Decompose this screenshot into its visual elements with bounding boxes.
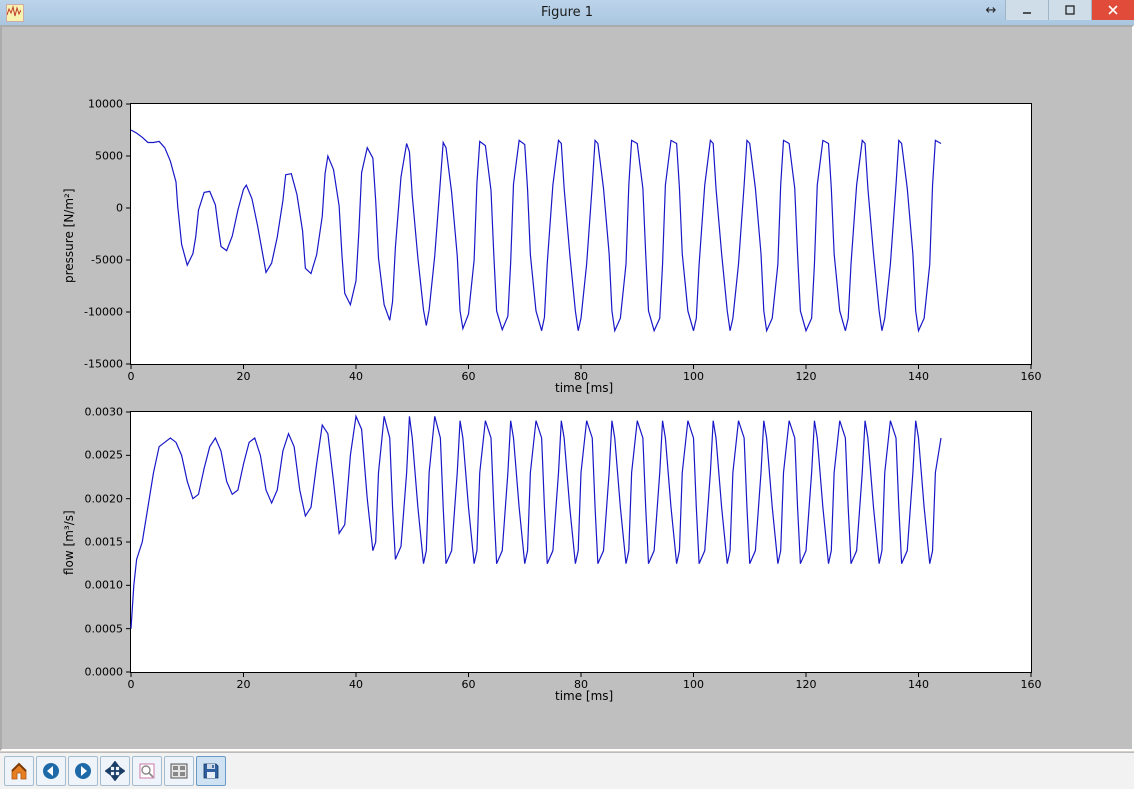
ytick-label: 0 [68,202,123,215]
minimize-button[interactable] [1005,0,1048,20]
xtick-label: 160 [1021,370,1042,383]
forward-button[interactable] [68,756,98,786]
ytick-label: -10000 [68,306,123,319]
xtick-label: 60 [462,678,476,691]
flow-ylabel: flow [m³/s] [62,510,76,575]
ytick-label: -5000 [68,254,123,267]
window-controls: ↔ [977,0,1134,25]
zoom-button[interactable] [132,756,162,786]
ytick-label: 0.0030 [68,406,123,419]
ytick-label: 0.0000 [68,666,123,679]
xtick-label: 40 [349,370,363,383]
xtick-label: 100 [683,678,704,691]
xtick-label: 140 [908,370,929,383]
xtick-label: 140 [908,678,929,691]
xtick-label: 160 [1021,678,1042,691]
flow-series [131,416,941,628]
nav-toolbar [0,752,1134,789]
app-icon [6,4,24,22]
figure-canvas[interactable]: 020406080100120140160-15000-10000-500005… [0,25,1134,751]
xtick-label: 40 [349,678,363,691]
ytick-label: 0.0005 [68,622,123,635]
xtick-label: 100 [683,370,704,383]
restore-hint-icon: ↔ [977,0,1005,20]
flow-xlabel: time [ms] [555,689,613,703]
ytick-label: 0.0015 [68,536,123,549]
ytick-label: 0.0010 [68,579,123,592]
ytick-label: 0.0020 [68,492,123,505]
pressure-xlabel: time [ms] [555,381,613,395]
xtick-label: 20 [237,370,251,383]
subplots-button[interactable] [164,756,194,786]
close-button[interactable] [1091,0,1134,20]
xtick-label: 20 [237,678,251,691]
back-button[interactable] [36,756,66,786]
home-button[interactable] [4,756,34,786]
ytick-label: 0.0025 [68,449,123,462]
window-title: Figure 1 [541,5,593,20]
window-titlebar: Figure 1 ↔ [0,0,1134,26]
save-button[interactable] [196,756,226,786]
maximize-button[interactable] [1048,0,1091,20]
xtick-label: 120 [796,370,817,383]
xtick-label: 0 [128,678,135,691]
pressure-ylabel: pressure [N/m²] [62,188,76,283]
xtick-label: 60 [462,370,476,383]
ytick-label: 5000 [68,150,123,163]
ytick-label: -15000 [68,358,123,371]
pressure-series [131,130,941,331]
ytick-label: 10000 [68,98,123,111]
pressure-plot[interactable]: 020406080100120140160-15000-10000-500005… [130,103,1032,365]
xtick-label: 0 [128,370,135,383]
pan-button[interactable] [100,756,130,786]
flow-plot[interactable]: 0204060801001201401600.00000.00050.00100… [130,411,1032,673]
figure-background: 020406080100120140160-15000-10000-500005… [10,35,1124,741]
xtick-label: 120 [796,678,817,691]
